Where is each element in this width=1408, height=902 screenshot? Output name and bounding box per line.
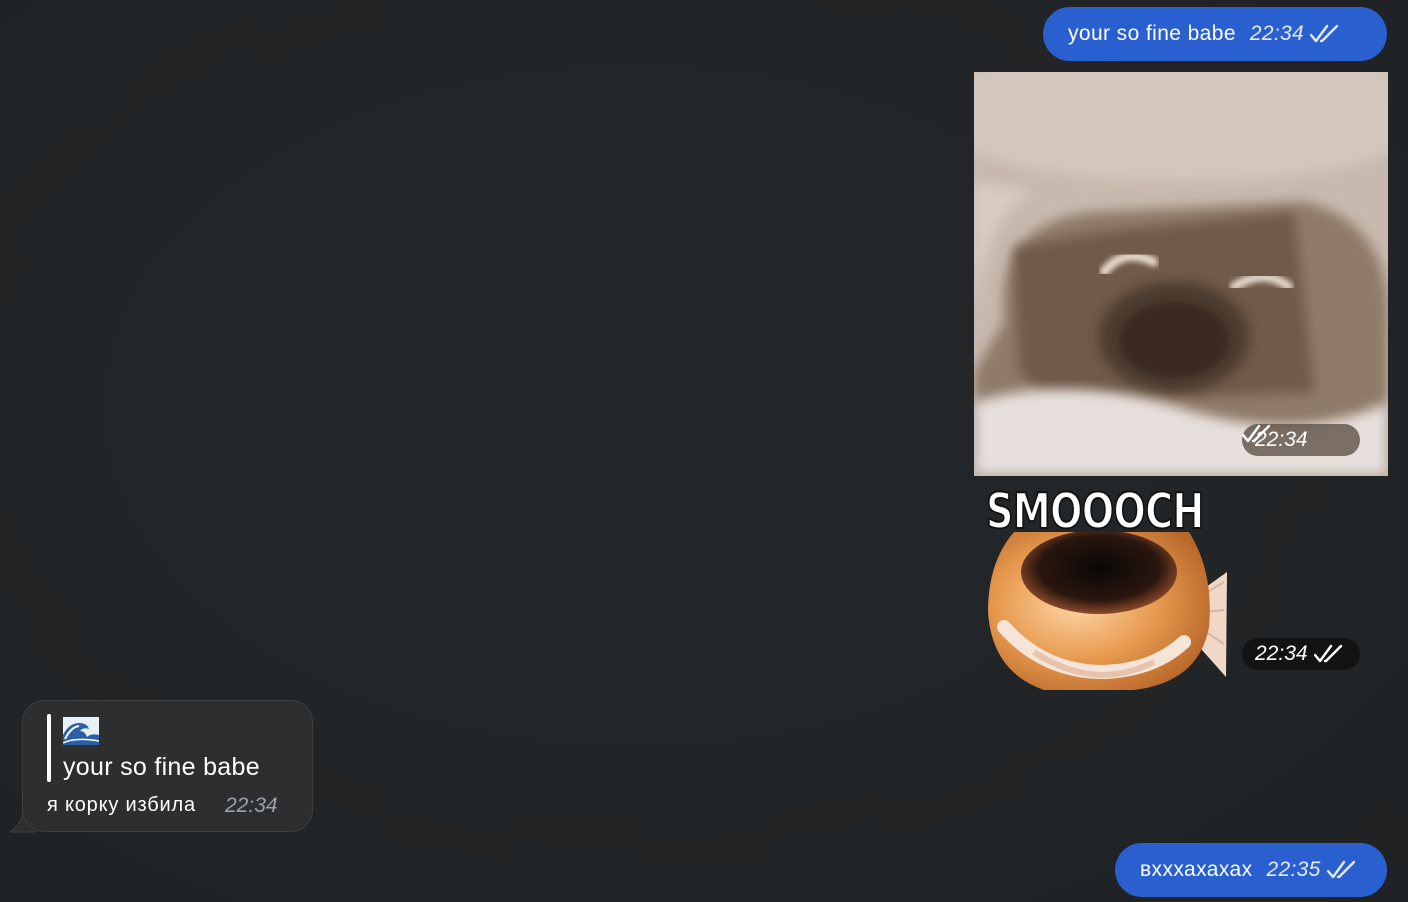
- photo-timestamp: 22:34: [1242, 424, 1360, 456]
- sticker-message[interactable]: SMOOOCH: [984, 482, 1234, 690]
- photo-message[interactable]: 22:34: [974, 72, 1388, 476]
- chat-area: your so fine babe 22:34 22:34 SMOOOCH 22…: [0, 0, 1408, 902]
- message-time: 22:35: [1266, 858, 1321, 881]
- double-check-icon: [1309, 24, 1340, 44]
- message-time: 22:34: [1255, 642, 1308, 665]
- message-time: 22:34: [1249, 22, 1304, 45]
- message-text: вхххахахах: [1140, 858, 1253, 881]
- sticker-timestamp: 22:34: [1242, 638, 1360, 670]
- reply-quote-text: your so fine babe: [63, 753, 260, 781]
- double-check-icon: [1313, 644, 1344, 664]
- wave-icon: [62, 717, 100, 750]
- reply-quote-bar: [47, 714, 51, 782]
- message-time: 22:34: [225, 794, 278, 817]
- outgoing-message[interactable]: your so fine babe 22:34: [1043, 7, 1387, 61]
- message-text: я корку избила: [47, 794, 196, 816]
- fish-sticker-image: [988, 532, 1227, 690]
- crying-face-photo: [974, 72, 1388, 476]
- outgoing-message[interactable]: вхххахахах 22:35: [1115, 843, 1387, 897]
- double-check-icon: [1326, 860, 1357, 880]
- message-text: your so fine babe: [1068, 22, 1236, 45]
- incoming-message[interactable]: your so fine babe я корку избила 22:34: [22, 700, 313, 832]
